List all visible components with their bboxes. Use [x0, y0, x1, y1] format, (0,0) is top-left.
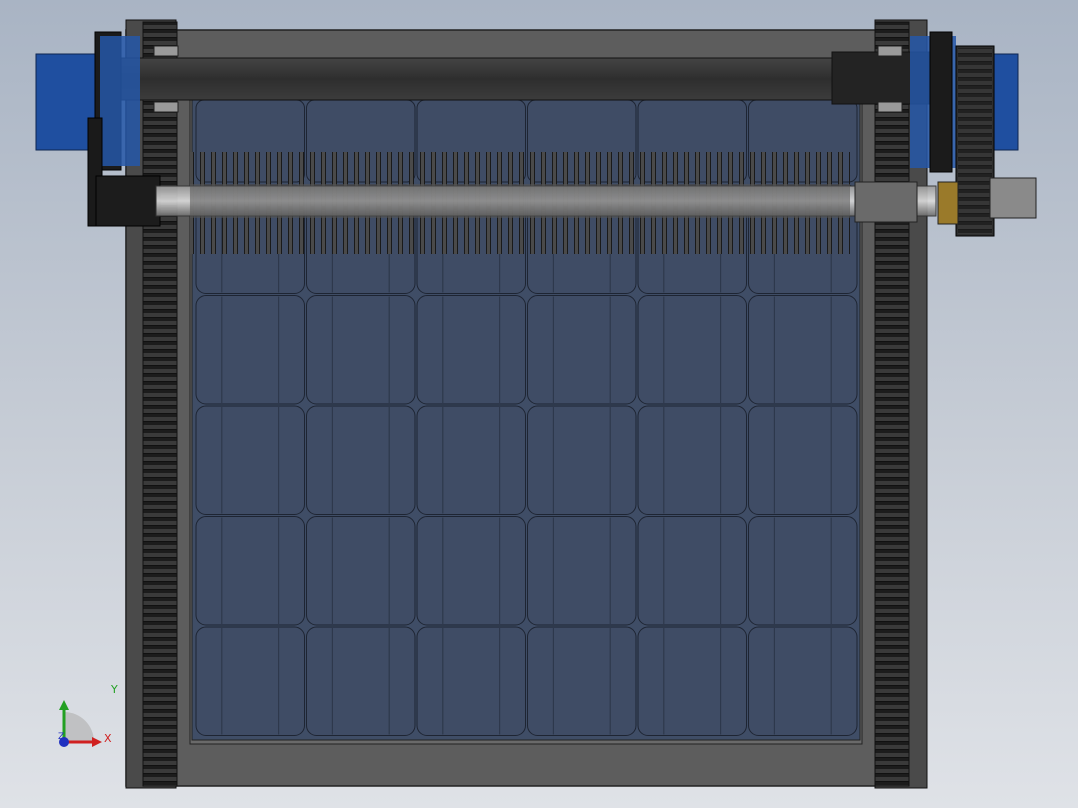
view-orientation-triad: Y X Z	[52, 684, 122, 754]
solar-cell	[195, 516, 305, 626]
solar-cell	[416, 295, 526, 405]
right-wheel-mount-top	[877, 45, 903, 57]
solar-cell	[195, 405, 305, 515]
solar-cell	[637, 516, 747, 626]
solar-cell	[637, 626, 747, 736]
solar-cell	[527, 295, 637, 405]
solar-cell	[527, 516, 637, 626]
y-axis-label: Y	[111, 683, 118, 696]
solar-cell	[195, 626, 305, 736]
solar-cell	[306, 295, 416, 405]
solar-cell	[748, 516, 858, 626]
right-coupling	[937, 181, 959, 225]
right-gearbox	[989, 177, 1037, 219]
left-track	[142, 21, 178, 787]
solar-cell	[637, 405, 747, 515]
cad-viewport[interactable]: Y X Z	[0, 0, 1078, 808]
left-motor-flange	[100, 36, 140, 166]
solar-cell	[527, 626, 637, 736]
solar-cell	[748, 295, 858, 405]
solar-cell	[637, 295, 747, 405]
solar-cell	[527, 405, 637, 515]
right-track	[874, 21, 910, 787]
solar-cell	[416, 405, 526, 515]
right-motor-bracket	[929, 31, 953, 173]
top-beam	[109, 57, 951, 101]
solar-cell	[195, 295, 305, 405]
solar-cell	[748, 405, 858, 515]
left-wheel-mount-bottom	[153, 101, 179, 113]
left-brush-motor	[95, 175, 161, 227]
solar-cell	[416, 516, 526, 626]
solar-cell	[306, 626, 416, 736]
brush-core	[190, 184, 850, 218]
solar-cell	[306, 405, 416, 515]
helical-gear	[854, 181, 918, 223]
right-wheel-mount-bottom	[877, 101, 903, 113]
solar-cell	[306, 516, 416, 626]
solar-cell	[416, 626, 526, 736]
left-wheel-mount-top	[153, 45, 179, 57]
right-gear-teeth	[958, 48, 992, 234]
solar-panel-cleaner-model[interactable]	[0, 0, 1078, 808]
solar-cell	[748, 626, 858, 736]
z-axis-label: Z	[58, 732, 65, 742]
x-axis-label: X	[104, 732, 112, 745]
